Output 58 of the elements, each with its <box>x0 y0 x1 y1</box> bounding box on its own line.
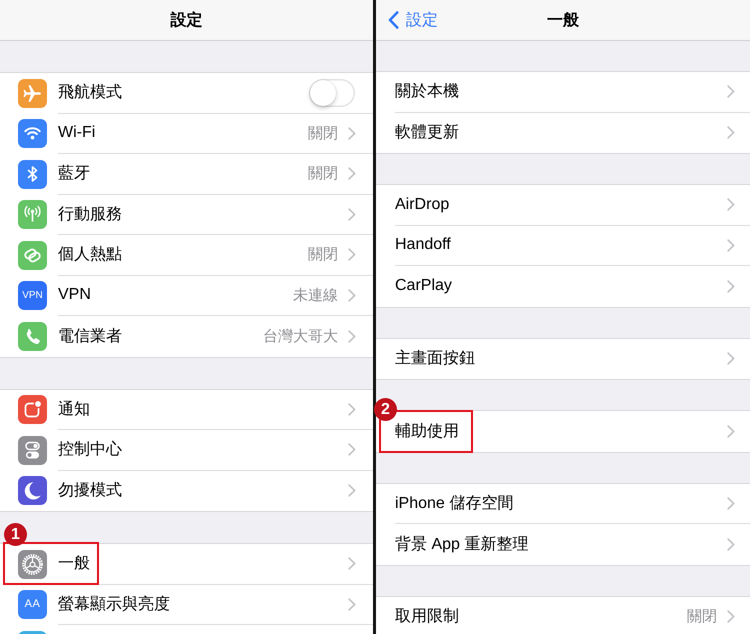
chevron-right-icon <box>348 557 356 570</box>
row-label: 關於本機 <box>395 82 459 102</box>
chevron-right-icon <box>727 280 735 293</box>
row-label: 通知 <box>58 400 90 420</box>
step-number-badge: 1 <box>4 523 27 546</box>
chevron-right-icon <box>348 402 356 416</box>
row-label: 個人熱點 <box>58 244 122 266</box>
row-value: 台灣大哥大 <box>263 326 338 346</box>
row-label: 一般 <box>58 554 90 574</box>
row-value: 關閉 <box>308 124 338 143</box>
row-label: Wi-Fi <box>58 124 96 142</box>
chevron-right-icon <box>348 330 356 343</box>
row-label: 飛航模式 <box>58 82 122 104</box>
chevron-right-icon <box>348 167 356 180</box>
text-size-icon: AA <box>18 590 47 620</box>
chevron-right-icon <box>727 238 735 252</box>
nav-title: 一般 <box>547 10 579 30</box>
chevron-right-icon <box>727 198 735 212</box>
nav-title: 設定 <box>170 10 202 30</box>
chevron-right-icon <box>348 484 356 498</box>
chevron-right-icon <box>348 208 356 221</box>
vpn-icon: VPN <box>18 281 47 310</box>
row-label: 軟體更新 <box>395 122 459 144</box>
chevron-right-icon <box>348 443 356 456</box>
chevron-right-icon <box>348 126 356 140</box>
chevron-right-icon <box>727 352 735 366</box>
row-label: 控制中心 <box>58 440 122 460</box>
row-value: 關閉 <box>308 245 338 264</box>
chevron-right-icon <box>727 424 735 438</box>
step-number-badge: 2 <box>374 398 397 421</box>
chevron-right-icon <box>727 126 735 140</box>
row-label: 取用限制 <box>395 606 459 628</box>
row-value: 未連線 <box>293 286 338 305</box>
row-value: 關閉 <box>687 607 717 626</box>
back-button[interactable]: 設定 <box>386 6 440 34</box>
row-label: CarPlay <box>395 277 452 296</box>
row-label: 背景 App 重新整理 <box>395 534 528 555</box>
chevron-right-icon <box>348 248 356 262</box>
row-label: 電信業者 <box>58 326 122 347</box>
row-label: iPhone 儲存空間 <box>395 494 514 514</box>
chevron-right-icon <box>348 288 356 302</box>
toggle-switch[interactable] <box>309 78 355 107</box>
row-label: 勿擾模式 <box>58 480 122 502</box>
row-label: 藍牙 <box>58 164 90 184</box>
chevron-right-icon <box>727 538 735 551</box>
chevron-right-icon <box>727 610 735 624</box>
row-label: VPN <box>58 286 91 304</box>
row-label: AirDrop <box>395 196 450 214</box>
row-label: Handoff <box>395 236 451 254</box>
chevron-right-icon <box>727 85 735 98</box>
row-label: 輔助使用 <box>395 422 459 442</box>
chevron-left-icon <box>388 11 399 29</box>
row-label: 螢幕顯示與亮度 <box>58 594 170 615</box>
chevron-right-icon <box>727 496 735 510</box>
row-label: 行動服務 <box>58 204 122 225</box>
row-label: 主畫面按鈕 <box>395 348 475 370</box>
row-value: 關閉 <box>308 164 338 184</box>
chevron-right-icon <box>348 598 356 611</box>
